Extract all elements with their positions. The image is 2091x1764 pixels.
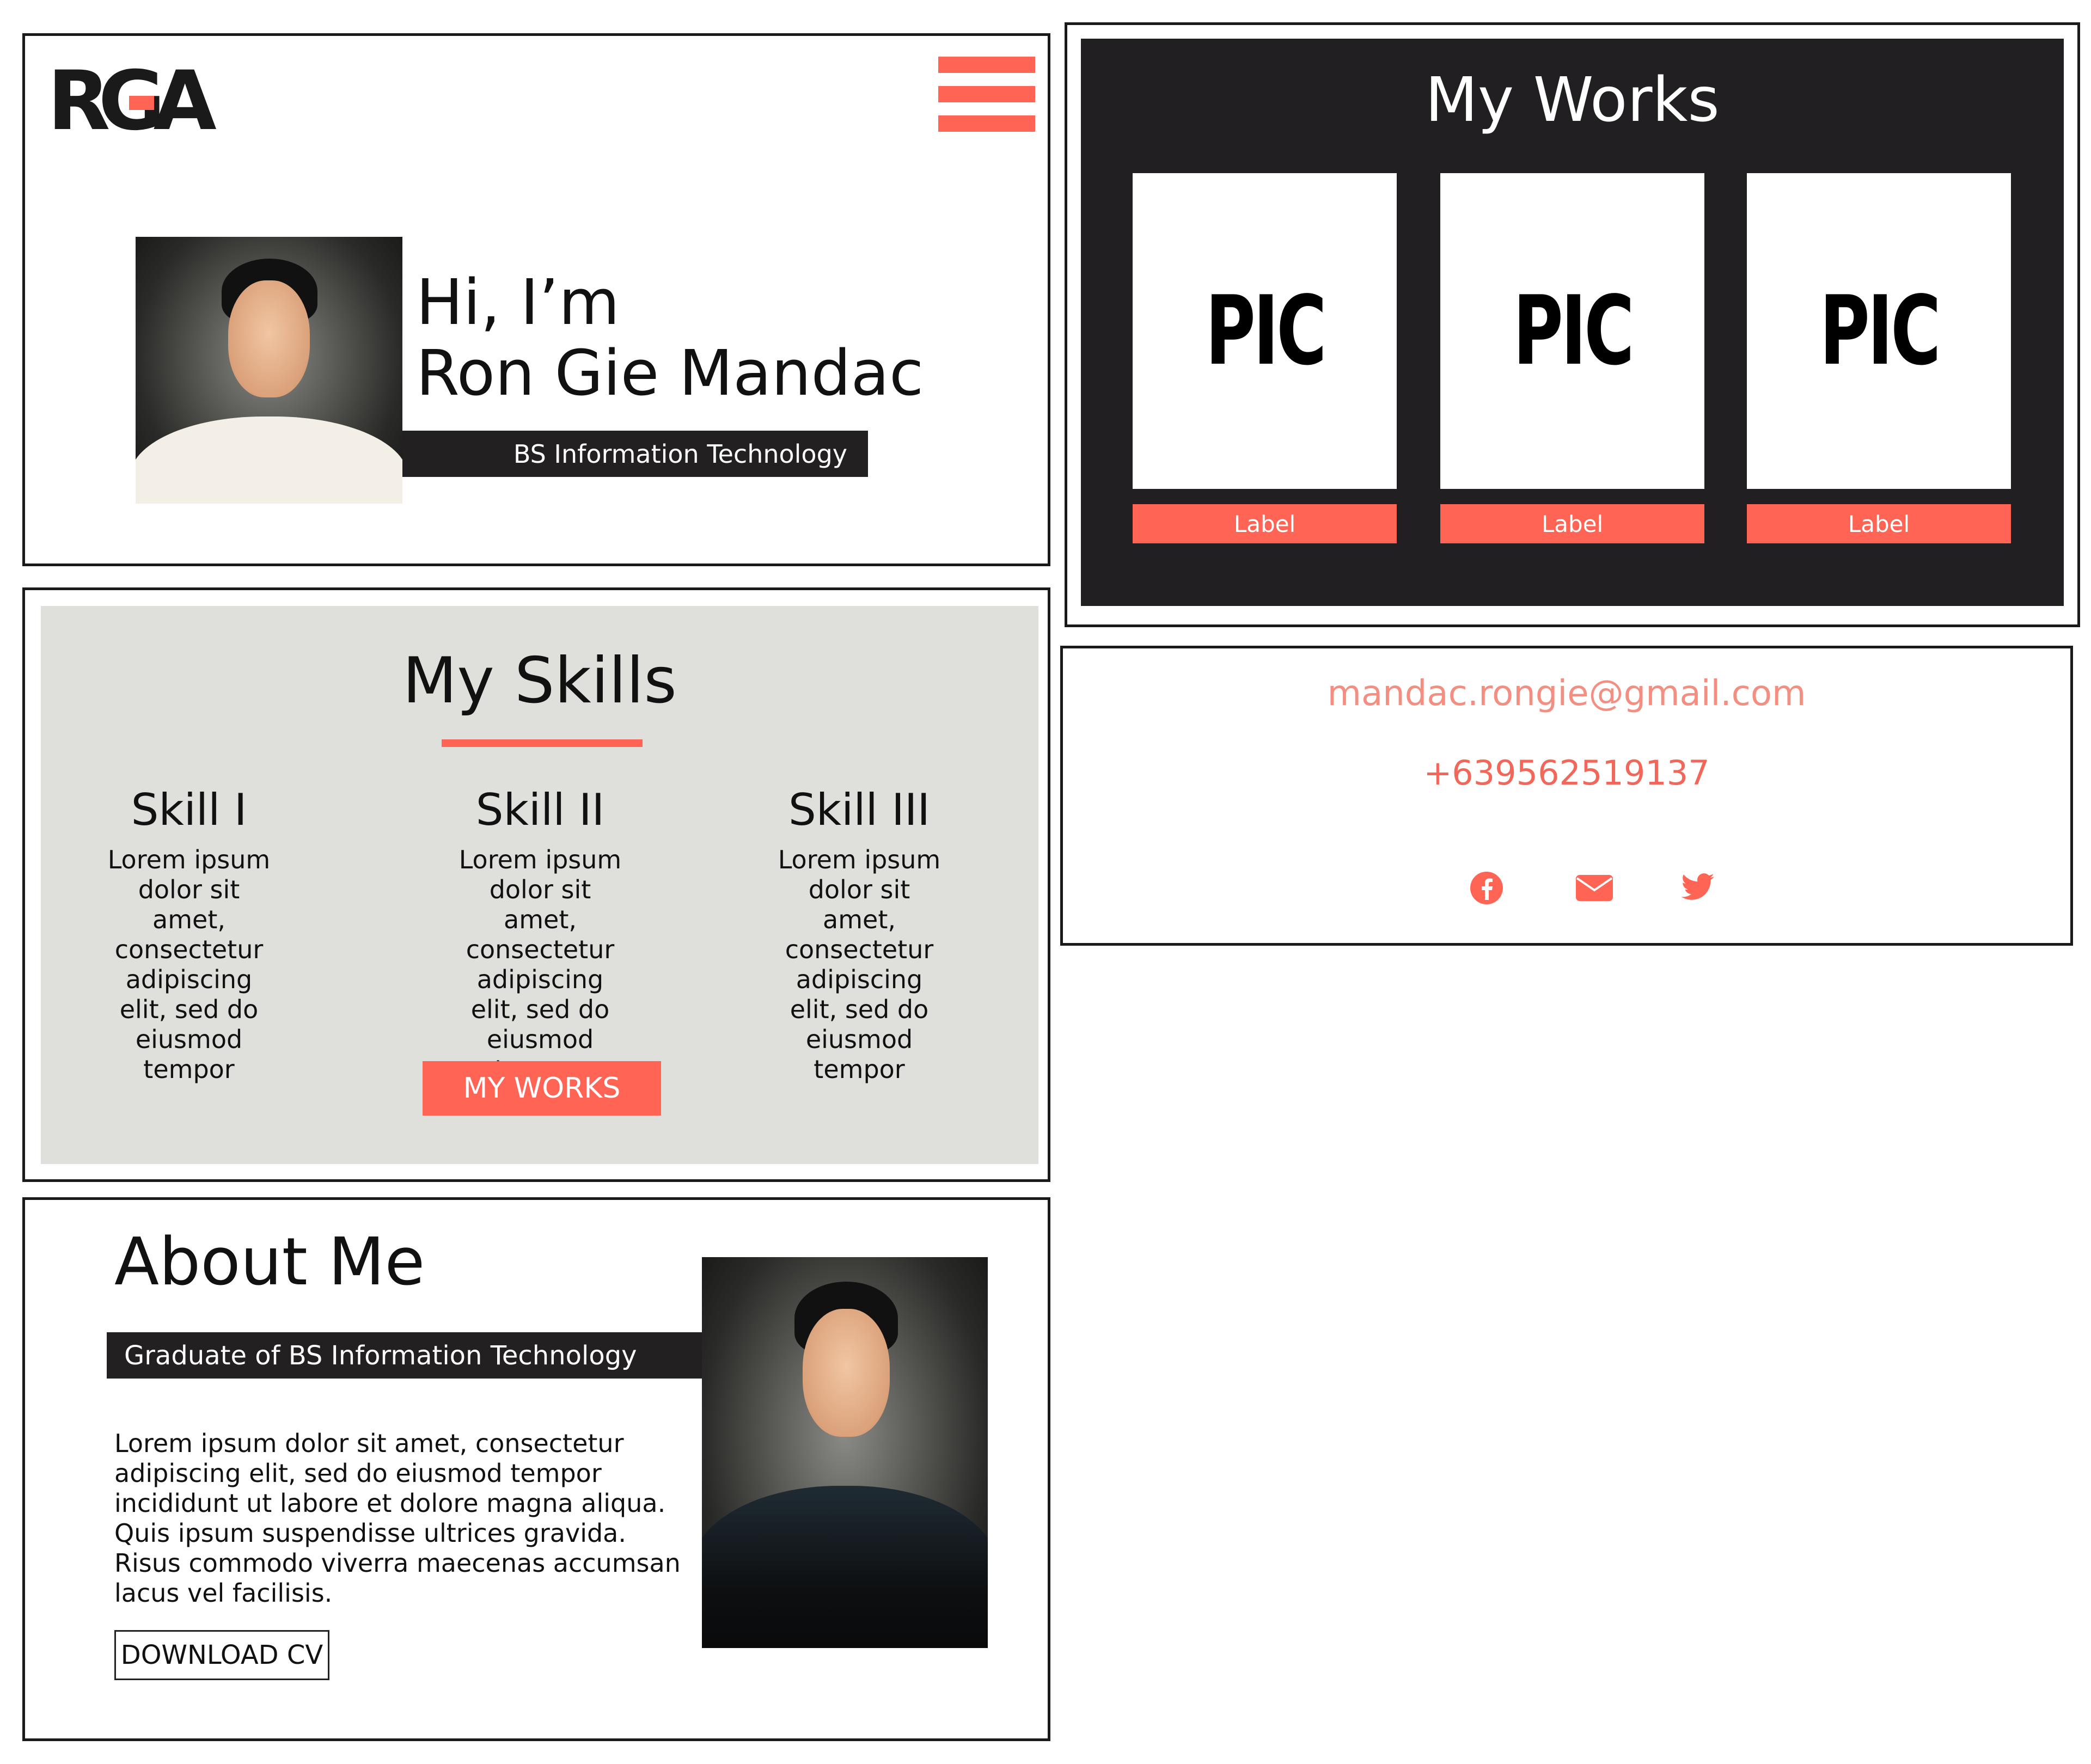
- work-pic: PIC: [1205, 275, 1326, 387]
- greeting-name: Ron Gie Mandac: [416, 337, 924, 410]
- skills-panel: My Skills Skill I Lorem ipsum dolor sit …: [22, 587, 1050, 1182]
- work-card[interactable]: PIC: [1440, 173, 1704, 489]
- menu-bar: [938, 57, 1035, 73]
- work-label[interactable]: Label: [1747, 504, 2011, 543]
- skill-description: Lorem ipsum dolor sit amet, consectetur …: [778, 845, 941, 1084]
- greeting-line-1: Hi, I’m: [416, 266, 620, 339]
- work-label[interactable]: Label: [1133, 504, 1397, 543]
- skills-title: My Skills: [402, 644, 677, 718]
- menu-icon[interactable]: [938, 57, 1035, 132]
- skill-item: Skill III Lorem ipsum dolor sit amet, co…: [745, 783, 974, 1085]
- hero-greeting: Hi, I’m Ron Gie Mandac: [416, 267, 924, 409]
- about-title: About Me: [114, 1224, 425, 1300]
- facebook-icon[interactable]: [1468, 869, 1506, 907]
- menu-bar: [938, 115, 1035, 132]
- photo-face: [803, 1309, 890, 1437]
- skill-item: Skill II Lorem ipsum dolor sit amet, con…: [426, 783, 655, 1085]
- mail-icon[interactable]: [1573, 869, 1616, 907]
- graduation-photo: [702, 1257, 988, 1648]
- works-background: My Works PIC Label PIC Label PIC Label: [1081, 39, 2064, 606]
- about-subtitle: Graduate of BS Information Technology: [107, 1332, 726, 1379]
- skills-background: My Skills Skill I Lorem ipsum dolor sit …: [41, 606, 1038, 1164]
- photo-shoulders: [136, 416, 402, 504]
- skill-name: Skill III: [788, 785, 930, 835]
- works-title: My Works: [1425, 65, 1720, 136]
- about-description: Lorem ipsum dolor sit amet, consectetur …: [114, 1429, 681, 1608]
- photo-face: [228, 280, 310, 397]
- work-pic: PIC: [1819, 275, 1941, 387]
- hero-panel: RGA Hi, I’m Ron Gie Mandac BS Informatio…: [22, 33, 1050, 566]
- about-panel: About Me Graduate of BS Information Tech…: [22, 1197, 1050, 1741]
- work-card[interactable]: PIC: [1747, 173, 2011, 489]
- works-panel: My Works PIC Label PIC Label PIC Label: [1065, 22, 2080, 627]
- my-works-button[interactable]: MY WORKS: [423, 1061, 661, 1116]
- twitter-icon[interactable]: [1678, 869, 1716, 907]
- work-label[interactable]: Label: [1440, 504, 1704, 543]
- profile-photo: [136, 237, 402, 504]
- skill-name: Skill II: [475, 785, 605, 835]
- skill-item: Skill I Lorem ipsum dolor sit amet, cons…: [75, 783, 303, 1085]
- skill-description: Lorem ipsum dolor sit amet, consectetur …: [107, 845, 271, 1084]
- skill-name: Skill I: [131, 785, 247, 835]
- skills-underline: [442, 739, 643, 747]
- hero-subtitle: BS Information Technology: [402, 431, 868, 477]
- contact-panel: mandac.rongie@gmail.com +639562519137: [1060, 646, 2073, 946]
- work-pic: PIC: [1513, 275, 1634, 387]
- logo-accent: [129, 96, 154, 110]
- logo[interactable]: RGA: [47, 58, 217, 145]
- logo-text: RGA: [47, 54, 217, 149]
- photo-toga: [702, 1486, 988, 1648]
- download-cv-button[interactable]: DOWNLOAD CV: [114, 1630, 329, 1680]
- email-link[interactable]: mandac.rongie@gmail.com: [1063, 673, 2070, 714]
- menu-bar: [938, 86, 1035, 102]
- phone-number: +639562519137: [1423, 753, 1710, 793]
- work-card[interactable]: PIC: [1133, 173, 1397, 489]
- skill-description: Lorem ipsum dolor sit amet, consectetur …: [458, 845, 622, 1084]
